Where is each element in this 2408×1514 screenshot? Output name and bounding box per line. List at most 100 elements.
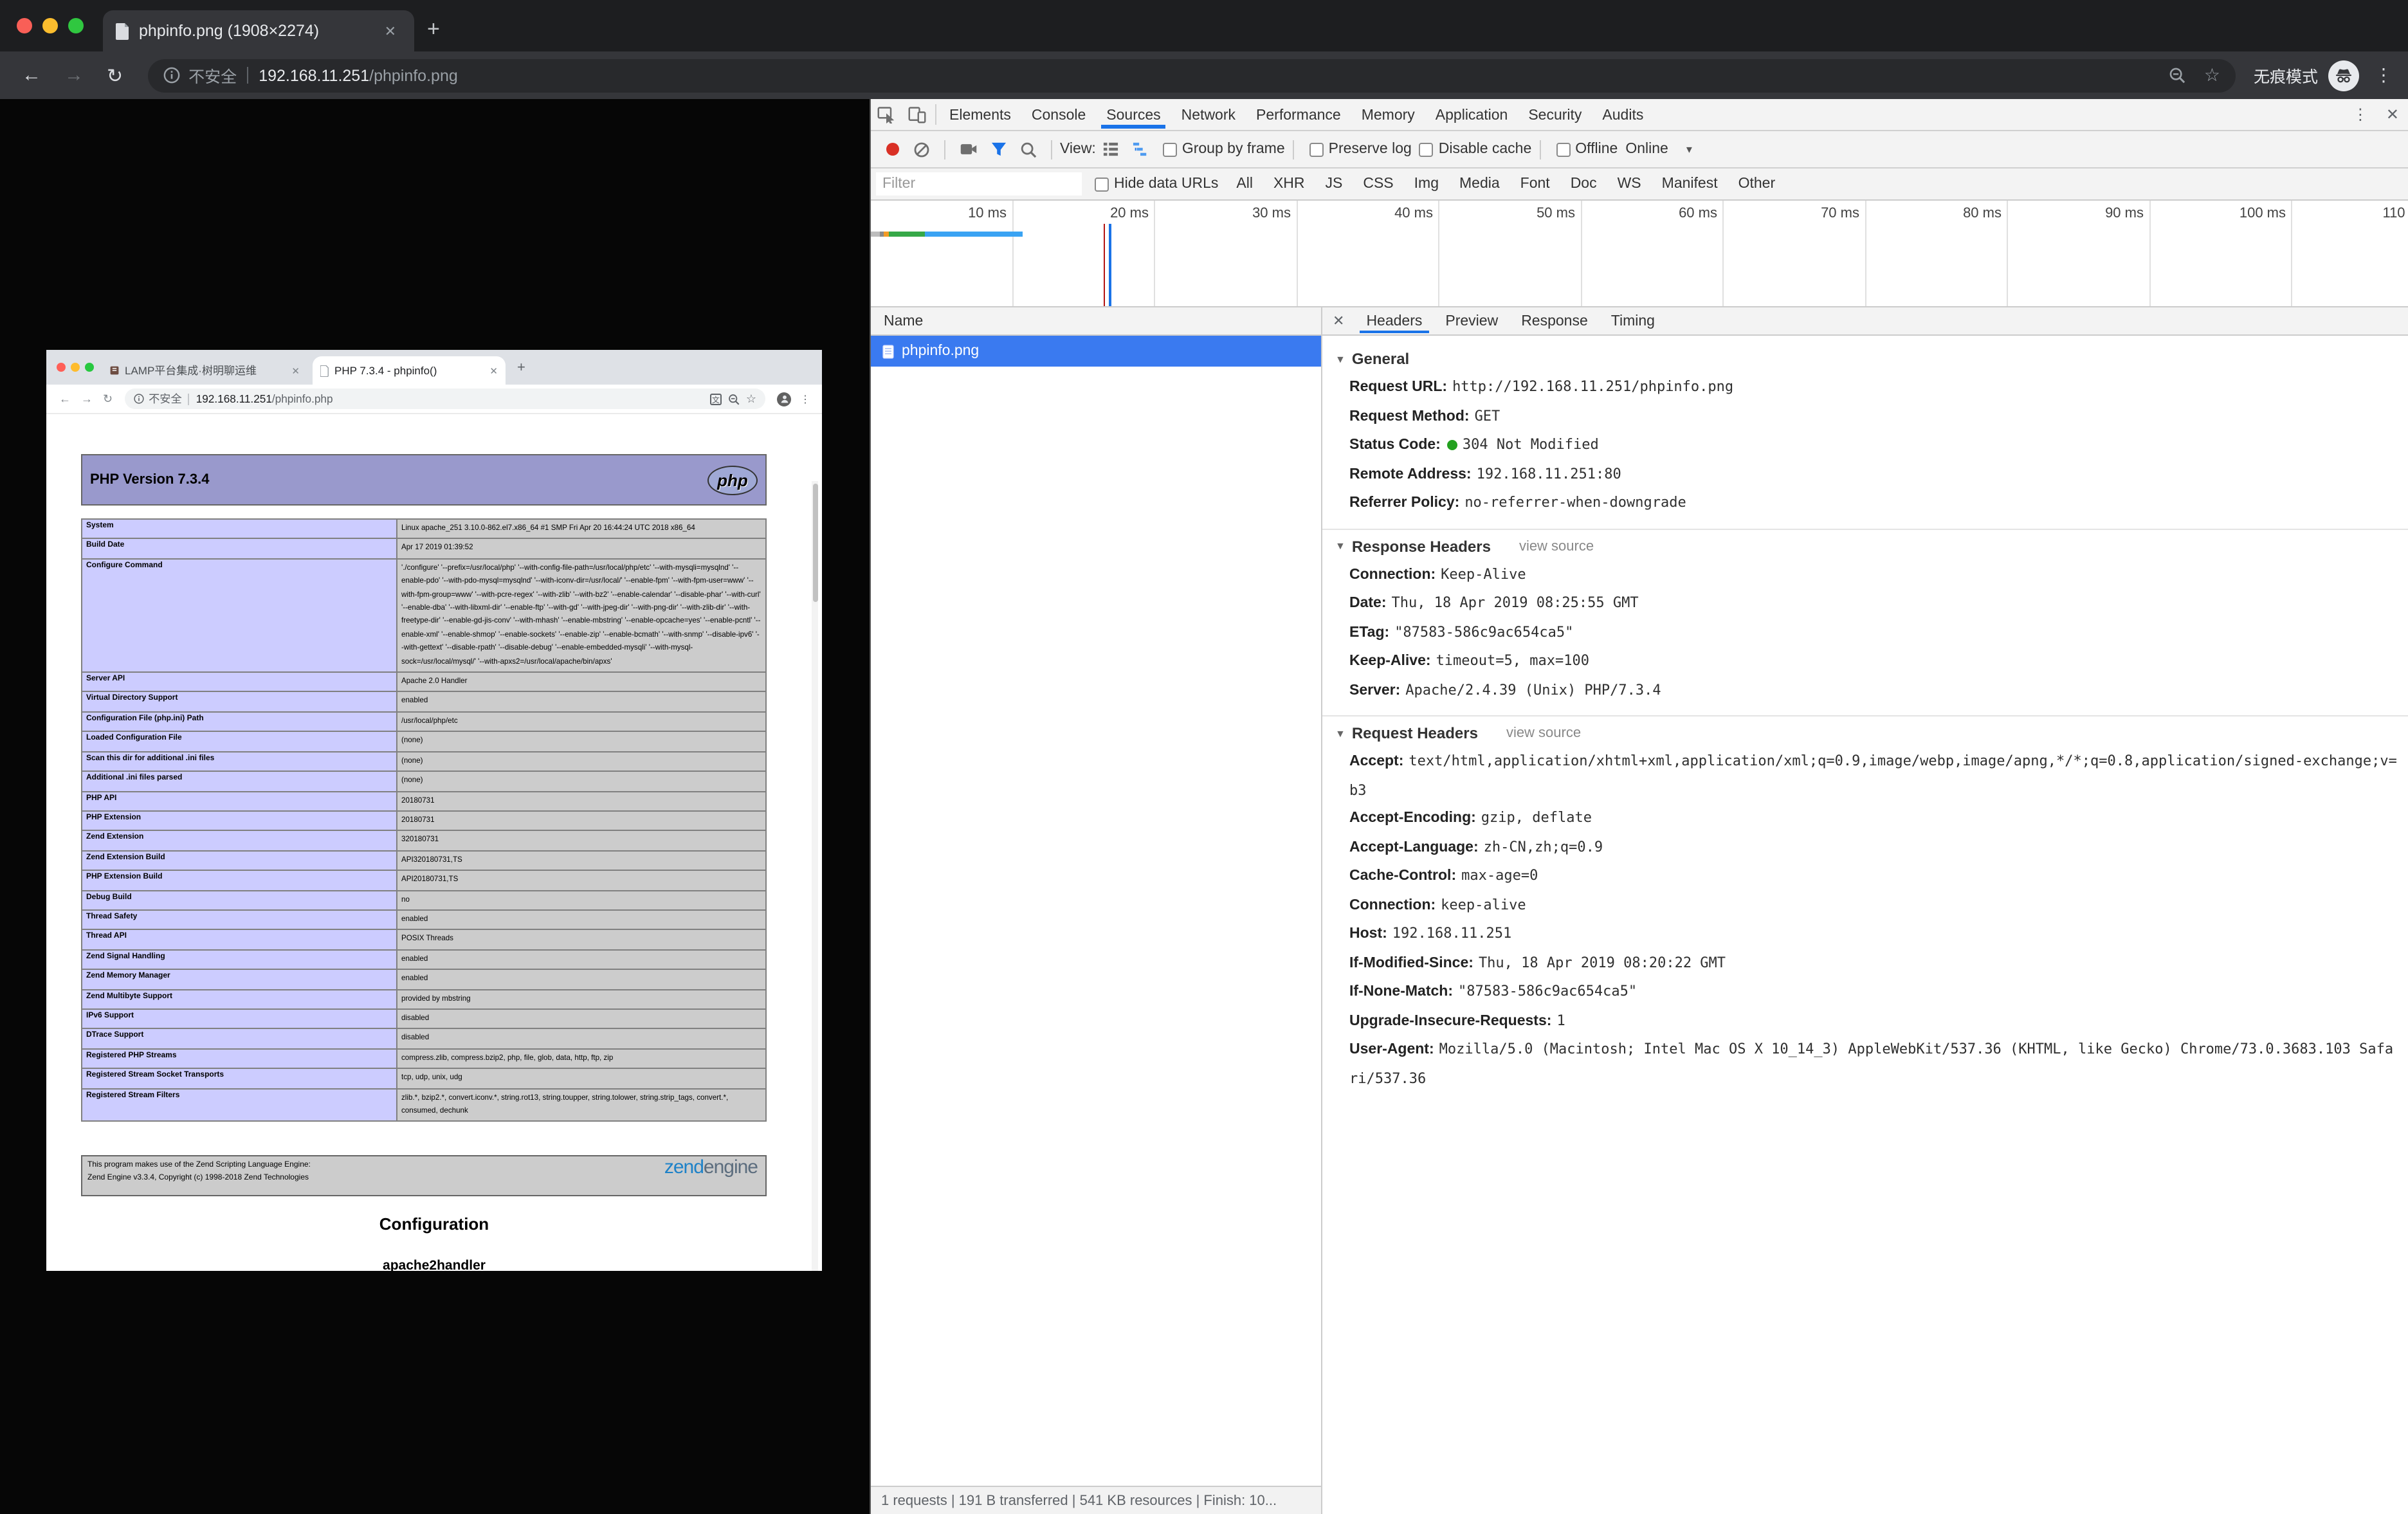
view-source-link[interactable]: view source	[1519, 538, 1594, 554]
close-detail-icon[interactable]: ✕	[1322, 313, 1354, 329]
devtools-tab[interactable]: Security	[1518, 101, 1592, 128]
devtools-tab[interactable]: Console	[1021, 101, 1096, 128]
search-icon[interactable]	[1020, 141, 1037, 158]
capture-screenshots-icon[interactable]	[960, 141, 978, 157]
tab-close-icon[interactable]: ✕	[379, 20, 401, 42]
hide-data-urls-checkbox[interactable]	[1095, 177, 1109, 191]
detail-tab[interactable]: Headers	[1354, 309, 1434, 333]
reload-button[interactable]: ↻	[107, 64, 123, 87]
request-headers-section-header[interactable]: ▼ Request Headers view source	[1335, 724, 2398, 742]
devtools-tab[interactable]: Elements	[939, 101, 1021, 128]
clear-icon[interactable]	[913, 141, 930, 158]
offline-label[interactable]: Offline	[1575, 141, 1618, 157]
row-label: Build Date	[82, 540, 397, 558]
offline-checkbox[interactable]	[1556, 142, 1570, 156]
row-label: Zend Memory Manager	[82, 970, 397, 989]
show-overview-icon[interactable]	[1132, 141, 1149, 157]
apache2handler-heading: apache2handler	[46, 1258, 822, 1271]
group-by-frame-checkbox[interactable]	[1163, 142, 1177, 156]
network-toolbar: View: Group by frame Preserve log Disabl…	[871, 131, 2408, 169]
zoom-out-icon[interactable]	[2169, 67, 2186, 84]
filter-icon[interactable]	[990, 141, 1007, 157]
timeline-overview[interactable]: 10 ms20 ms30 ms40 ms50 ms60 ms70 ms80 ms…	[871, 201, 2408, 307]
table-row: Loaded Configuration File (none)	[82, 733, 765, 752]
group-by-frame-label[interactable]: Group by frame	[1182, 141, 1285, 157]
browser-menu-icon[interactable]: ⋮	[2375, 64, 2393, 86]
devtools-tab[interactable]: Network	[1171, 101, 1246, 128]
row-label: Zend Extension Build	[82, 851, 397, 870]
detail-tab[interactable]: Response	[1510, 309, 1600, 333]
devtools-menu-icon[interactable]: ⋮	[2344, 105, 2377, 123]
devtools-close-icon[interactable]: ✕	[2377, 105, 2408, 123]
view-source-link[interactable]: view source	[1506, 725, 1581, 741]
browser-tab[interactable]: phpinfo.png (1908×2274) ✕	[103, 10, 414, 51]
row-value: 20180731	[397, 812, 765, 830]
row-label: Registered PHP Streams	[82, 1050, 397, 1068]
preserve-log-checkbox[interactable]	[1309, 142, 1324, 156]
general-section-header[interactable]: ▼ General	[1335, 350, 2398, 368]
filter-pill[interactable]: JS	[1318, 174, 1351, 194]
row-value: (none)	[397, 733, 765, 751]
filter-pill[interactable]: WS	[1610, 174, 1649, 194]
info-icon[interactable]	[163, 67, 179, 84]
filter-pill[interactable]: Other	[1731, 174, 1783, 194]
devtools-tab[interactable]: Application	[1425, 101, 1519, 128]
inspect-element-icon[interactable]	[877, 105, 895, 123]
request-rows-view-icon[interactable]	[1102, 141, 1119, 157]
chevron-down-icon: ▾	[1686, 142, 1692, 156]
filter-pill[interactable]: Manifest	[1654, 174, 1726, 194]
row-value: enabled	[397, 970, 765, 989]
filter-pill[interactable]: XHR	[1266, 174, 1313, 194]
close-window-button[interactable]	[17, 18, 32, 33]
hide-data-urls-label[interactable]: Hide data URLs	[1114, 176, 1218, 192]
devtools-tab[interactable]: Audits	[1592, 101, 1654, 128]
inner-scrollbar	[812, 481, 818, 1271]
filter-pill[interactable]: CSS	[1355, 174, 1401, 194]
row-label: Debug Build	[82, 891, 397, 909]
general-fields: Request URL:http://192.168.11.251/phpinf…	[1349, 373, 2398, 518]
address-bar[interactable]: 不安全 192.168.11.251 /phpinfo.png ☆	[147, 59, 2236, 92]
inner-url-path: /phpinfo.php	[272, 392, 333, 405]
header-line: Connection:Keep-Alive	[1349, 560, 2398, 589]
request-row-selected[interactable]: phpinfo.png	[871, 336, 1321, 367]
throttling-dropdown[interactable]: Online ▾	[1625, 141, 1692, 157]
table-row: Virtual Directory Support enabled	[82, 693, 765, 713]
row-label: System	[82, 520, 397, 538]
filter-pill[interactable]: Media	[1452, 174, 1508, 194]
forward-button[interactable]: →	[64, 64, 84, 86]
back-button[interactable]: ←	[22, 64, 41, 86]
inner-zoom-out-icon	[728, 393, 740, 405]
row-value: disabled	[397, 1030, 765, 1048]
inner-tab1-close-icon: ✕	[291, 365, 300, 376]
filter-pill[interactable]: Img	[1407, 174, 1446, 194]
response-headers-section-header[interactable]: ▼ Response Headers view source	[1335, 537, 2398, 555]
table-row: Thread Safety enabled	[82, 911, 765, 931]
devtools-tab[interactable]: Sources	[1096, 101, 1171, 128]
preserve-log-label[interactable]: Preserve log	[1329, 141, 1412, 157]
filter-pill[interactable]: Font	[1513, 174, 1558, 194]
browser-window: phpinfo.png (1908×2274) ✕ + ← → ↻ 不安全 19…	[0, 0, 2408, 1514]
disable-cache-checkbox[interactable]	[1419, 142, 1434, 156]
filter-pill[interactable]: All	[1228, 174, 1261, 194]
bookmark-star-icon[interactable]: ☆	[2204, 64, 2220, 86]
row-value: 320180731	[397, 832, 765, 850]
new-tab-button[interactable]: +	[427, 18, 440, 40]
devtools-tab[interactable]: Performance	[1246, 101, 1351, 128]
filter-pill[interactable]: Doc	[1563, 174, 1605, 194]
minimize-window-button[interactable]	[42, 18, 58, 33]
maximize-window-button[interactable]	[68, 18, 84, 33]
table-row: Zend Memory Manager enabled	[82, 970, 765, 990]
name-column-header[interactable]: Name	[871, 307, 1321, 336]
devtools-tab[interactable]: Memory	[1351, 101, 1425, 128]
profile-avatar	[777, 392, 791, 406]
record-button[interactable]	[886, 143, 899, 156]
detail-tab[interactable]: Preview	[1434, 309, 1510, 333]
filter-input[interactable]	[876, 172, 1082, 196]
device-toolbar-icon[interactable]	[908, 105, 926, 123]
disable-cache-label[interactable]: Disable cache	[1439, 141, 1531, 157]
incognito-label: 无痕模式	[2254, 63, 2318, 87]
incognito-icon[interactable]	[2328, 60, 2359, 91]
image-viewer-page: LAMP平台集成·树明聊运维 ✕ PHP 7.3.4 - phpinfo() ✕…	[0, 99, 870, 1514]
table-row: Thread API POSIX Threads	[82, 931, 765, 951]
detail-tab[interactable]: Timing	[1600, 309, 1666, 333]
